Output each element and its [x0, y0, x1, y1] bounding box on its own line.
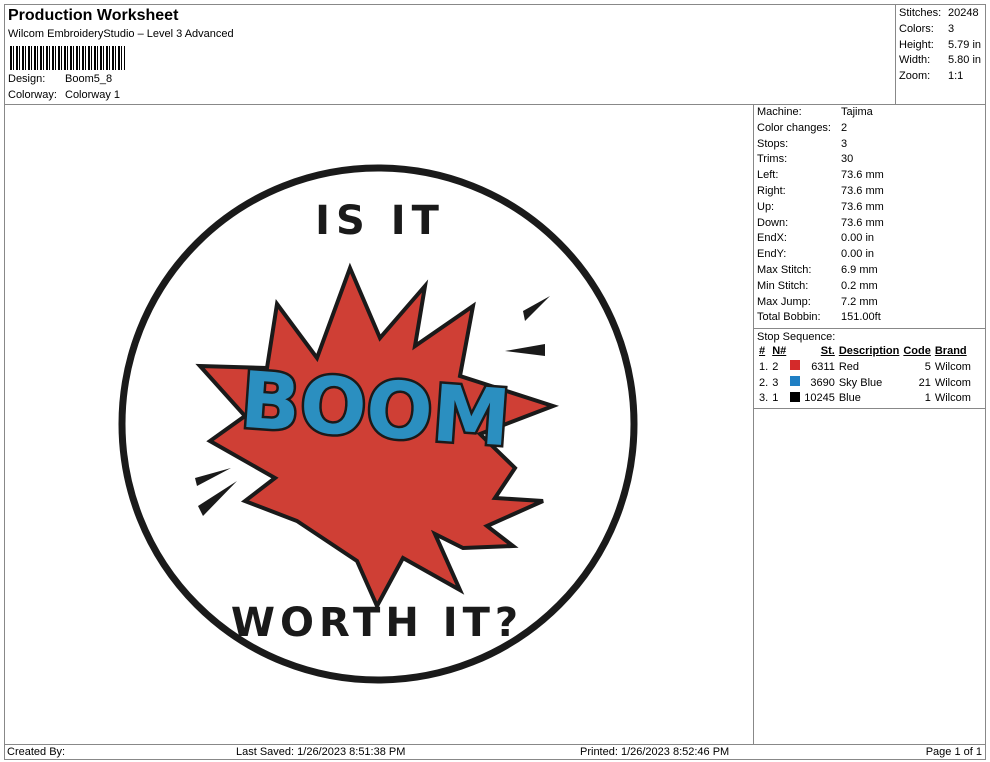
summary-box: Stitches: 20248 Colors: 3 Height: 5.79 in Widt… — [895, 4, 986, 105]
machine-info-row: Min Stitch: 0.2 mm — [757, 279, 878, 292]
machine-info-row: Total Bobbin: 151.00ft — [757, 311, 881, 324]
summary-row: Colors: 3 — [899, 22, 955, 35]
summary-row: Zoom: 1:1 — [899, 70, 964, 83]
created-by: Created By: — [7, 746, 66, 758]
summary-row: Width: 5.80 in — [899, 54, 982, 67]
machine-info-row: Right: 73.6 mm — [757, 184, 884, 197]
machine-info-row: Max Stitch: 6.9 mm — [757, 263, 878, 276]
boom-text: BOOM — [238, 356, 513, 465]
barcode — [10, 46, 125, 70]
colorway: Colorway: Colorway 1 — [8, 89, 121, 101]
page-number: Page 1 of 1 — [925, 746, 982, 758]
design-name: Design: Boom5_8 — [8, 73, 113, 85]
machine-info-row: Down: 73.6 mm — [757, 216, 884, 229]
machine-info-row: Machine: Tajima — [757, 106, 873, 118]
page-title: Production Worksheet — [8, 7, 179, 24]
bottom-text: WORTH IT? — [231, 600, 523, 646]
design-preview: BOOM IS IT WORTH IT? — [5, 106, 752, 743]
table-row: 1. 2 6311 Red 5 Wilcom — [759, 360, 971, 373]
info-panel: Machine: Tajima Color changes: 2 Stops: 3 Trim… — [753, 105, 986, 744]
column-header: N# — [772, 345, 787, 358]
embroidery-design: BOOM IS IT WORTH IT? — [118, 164, 638, 684]
swatch-header — [788, 343, 802, 359]
machine-info-row: Trims: 30 — [757, 153, 854, 166]
table-row: 3. 1 10245 Blue 1 Wilcom — [759, 391, 971, 405]
column-header: Description — [838, 345, 900, 358]
summary-row: Height: 5.79 in — [899, 38, 982, 51]
last-saved: Last Saved: 1/26/2023 8:51:38 PM — [236, 746, 406, 758]
machine-info-row: Left: 73.6 mm — [757, 169, 884, 182]
header: Production Worksheet Wilcom EmbroiderySt… — [4, 4, 986, 105]
printed-date: Printed: 1/26/2023 8:52:46 PM — [580, 746, 730, 758]
machine-info-row: Up: 73.6 mm — [757, 200, 884, 213]
machine-info-row: Color changes: 2 — [757, 121, 848, 134]
footer: Created By: Last Saved: 1/26/2023 8:51:3… — [4, 744, 986, 760]
top-text: IS IT — [315, 198, 445, 244]
subtitle: Wilcom EmbroideryStudio – Level 3 Advanc… — [8, 28, 234, 40]
column-header: Brand — [934, 345, 967, 358]
machine-info-row: Max Jump: 7.2 mm — [757, 295, 878, 308]
table-row: 2. 3 3690 Sky Blue 21 Wilcom — [759, 376, 971, 389]
color-swatch — [790, 360, 801, 371]
color-swatch — [790, 376, 801, 387]
column-header: # — [759, 345, 766, 358]
summary-row: Stitches: 20248 — [899, 7, 979, 19]
machine-info-row: EndX: 0.00 in — [757, 232, 875, 245]
stop-table: # N# St. Description Code Brand 1. 2 6311 Red 5 Wi… — [757, 343, 973, 406]
stop-sequence: Stop Sequence: # N# St. Description Code Bran… — [754, 328, 986, 410]
color-swatch — [790, 391, 801, 402]
column-header: Code — [903, 345, 931, 358]
machine-info-row: Stops: 3 — [757, 137, 848, 150]
machine-info-row: EndY: 0.00 in — [757, 248, 875, 261]
column-header: St. — [820, 345, 835, 358]
stop-sequence-title: Stop Sequence: — [757, 331, 836, 344]
